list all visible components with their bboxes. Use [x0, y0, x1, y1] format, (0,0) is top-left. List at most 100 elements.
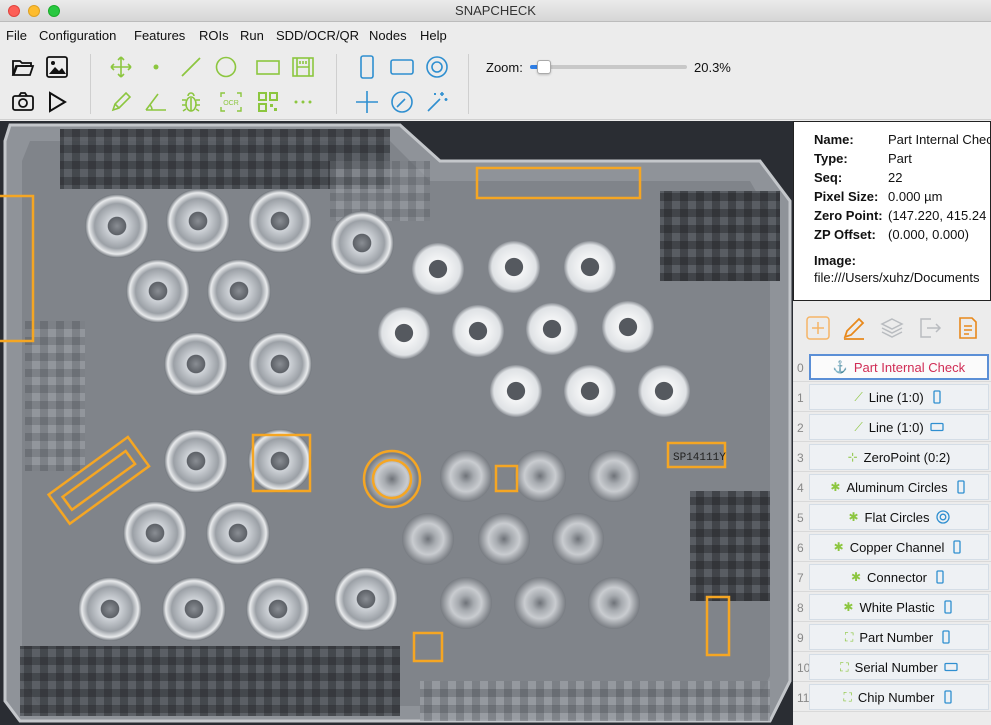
roi-list-item[interactable]: 11 ⛶ Chip Number: [793, 682, 991, 712]
roi-label: Chip Number: [857, 689, 935, 705]
roi-list-item[interactable]: 4 ✱ Aluminum Circles: [793, 472, 991, 502]
roi-list-item[interactable]: 0 ⚓ Part Internal Check: [793, 352, 991, 382]
image-icon[interactable]: [42, 53, 72, 81]
more-icon[interactable]: [288, 88, 318, 116]
roi-index: 7: [797, 571, 804, 585]
ocr-icon[interactable]: OCR: [216, 88, 246, 116]
roi-list-item[interactable]: 7 ✱ Connector: [793, 562, 991, 592]
play-icon[interactable]: [42, 88, 72, 116]
menu-features[interactable]: Features: [134, 28, 185, 43]
roi-list-item[interactable]: 3 ⊹ ZeroPoint (0:2): [793, 442, 991, 472]
roi-label: Copper Channel: [849, 539, 945, 555]
roi-cell[interactable]: ✱ White Plastic: [809, 594, 989, 620]
info-zero-point-label: Zero Point:: [814, 208, 883, 223]
ocr-icon: ⛶: [840, 659, 849, 674]
bug-icon[interactable]: [176, 88, 206, 116]
vertical-rect-icon: [943, 690, 952, 704]
pen-icon[interactable]: [106, 88, 136, 116]
zoom-slider-knob[interactable]: [537, 60, 552, 74]
roi-cell[interactable]: ⛶ Serial Number: [809, 654, 989, 680]
roi-cell[interactable]: ⟋ Line (1:0): [809, 384, 989, 410]
caliper-icon[interactable]: [288, 53, 318, 81]
roi-list-item[interactable]: 2 ⟋ Line (1:0): [793, 412, 991, 442]
zeropoint-icon: ⊹: [847, 450, 858, 464]
roi-label: Aluminum Circles: [846, 479, 948, 495]
roi-index: 0: [797, 361, 804, 375]
roi-cell[interactable]: ✱ Connector: [809, 564, 989, 590]
layers-icon[interactable]: [879, 315, 905, 341]
part-icon: ⚓: [832, 360, 848, 374]
menu-nodes[interactable]: Nodes: [369, 28, 407, 43]
roi-list-item[interactable]: 5 ✱ Flat Circles: [793, 502, 991, 532]
roi-cell[interactable]: ⊹ ZeroPoint (0:2): [809, 444, 989, 470]
roi-cell[interactable]: ✱ Copper Channel: [809, 534, 989, 560]
zoom-slider[interactable]: [530, 60, 687, 74]
toolbar-separator: [468, 54, 469, 114]
roi-cell[interactable]: ✱ Flat Circles: [809, 504, 989, 530]
info-zp-offset-value: (0.000, 0.000): [888, 227, 969, 242]
info-panel: Name: Part Internal Check Type: Part Seq: 2…: [793, 121, 991, 301]
vertical-rect-icon[interactable]: [352, 53, 382, 81]
vertical-rect-icon: [943, 600, 952, 614]
point-icon[interactable]: [141, 53, 171, 81]
menu-help[interactable]: Help: [420, 28, 447, 43]
add-icon[interactable]: [805, 315, 831, 341]
roi-label: Part Number: [859, 629, 934, 645]
roi-cell[interactable]: ⛶ Part Number: [809, 624, 989, 650]
horizontal-rect-icon[interactable]: [387, 53, 417, 81]
concentric-circle-icon[interactable]: [422, 53, 452, 81]
bug-icon: ✱: [843, 600, 854, 614]
menu-rois[interactable]: ROIs: [199, 28, 229, 43]
edit-icon[interactable]: [841, 315, 867, 341]
line-icon[interactable]: [176, 53, 206, 81]
horizontal-rect-icon: [944, 662, 958, 672]
circle-icon[interactable]: [211, 53, 241, 81]
angle-icon[interactable]: [141, 88, 171, 116]
roi-index: 5: [797, 511, 804, 525]
magnify-icon[interactable]: [387, 88, 417, 116]
menu-file[interactable]: File: [6, 28, 27, 43]
magic-wand-icon[interactable]: [422, 88, 452, 116]
roi-cell[interactable]: ⟋ Line (1:0): [809, 414, 989, 440]
roi-cell[interactable]: ⛶ Chip Number: [809, 684, 989, 710]
crosshair-icon[interactable]: [352, 88, 382, 116]
roi-list-item[interactable]: 9 ⛶ Part Number: [793, 622, 991, 652]
info-type-value: Part: [888, 151, 912, 166]
menu-configuration[interactable]: Configuration: [39, 28, 116, 43]
zoom-value: 20.3%: [694, 60, 731, 75]
roi-list-item[interactable]: 8 ✱ White Plastic: [793, 592, 991, 622]
window-title: SNAPCHECK: [455, 3, 536, 18]
minimize-window-button[interactable]: [28, 5, 40, 17]
rectangle-icon[interactable]: [253, 53, 283, 81]
roi-list-item[interactable]: 10 ⛶ Serial Number: [793, 652, 991, 682]
export-icon[interactable]: [917, 315, 943, 341]
ocr-icon: ⛶: [843, 689, 852, 704]
roi-label: White Plastic: [859, 599, 935, 615]
close-window-button[interactable]: [8, 5, 20, 17]
horizontal-rect-icon: [930, 422, 944, 432]
line-icon: ⟋: [854, 419, 863, 434]
roi-cell[interactable]: ✱ Aluminum Circles: [809, 474, 989, 500]
roi-list-item[interactable]: 6 ✱ Copper Channel: [793, 532, 991, 562]
info-type-label: Type:: [814, 151, 848, 166]
roi-index: 8: [797, 601, 804, 615]
line-icon: ⟋: [854, 389, 863, 404]
maximize-window-button[interactable]: [48, 5, 60, 17]
vertical-rect-icon: [936, 570, 944, 584]
info-pixel-size-value: 0.000 µm: [888, 189, 943, 204]
roi-list-item[interactable]: 1 ⟋ Line (1:0): [793, 382, 991, 412]
menu-run[interactable]: Run: [240, 28, 264, 43]
camera-icon[interactable]: [8, 88, 38, 116]
open-folder-icon[interactable]: [8, 53, 38, 81]
report-icon[interactable]: [955, 315, 981, 341]
bug-icon: ✱: [830, 480, 841, 494]
info-image-value: file:///Users/xuhz/Documents: [814, 270, 980, 285]
image-canvas[interactable]: SP14111Y: [0, 121, 793, 725]
qr-code-icon[interactable]: [253, 88, 283, 116]
menu-sdd-ocr-qr[interactable]: SDD/OCR/QR: [276, 28, 359, 43]
vertical-rect-icon: [933, 390, 941, 404]
roi-index: 2: [797, 421, 804, 435]
info-seq-label: Seq:: [814, 170, 843, 185]
roi-cell[interactable]: ⚓ Part Internal Check: [809, 354, 989, 380]
move-icon[interactable]: [106, 53, 136, 81]
